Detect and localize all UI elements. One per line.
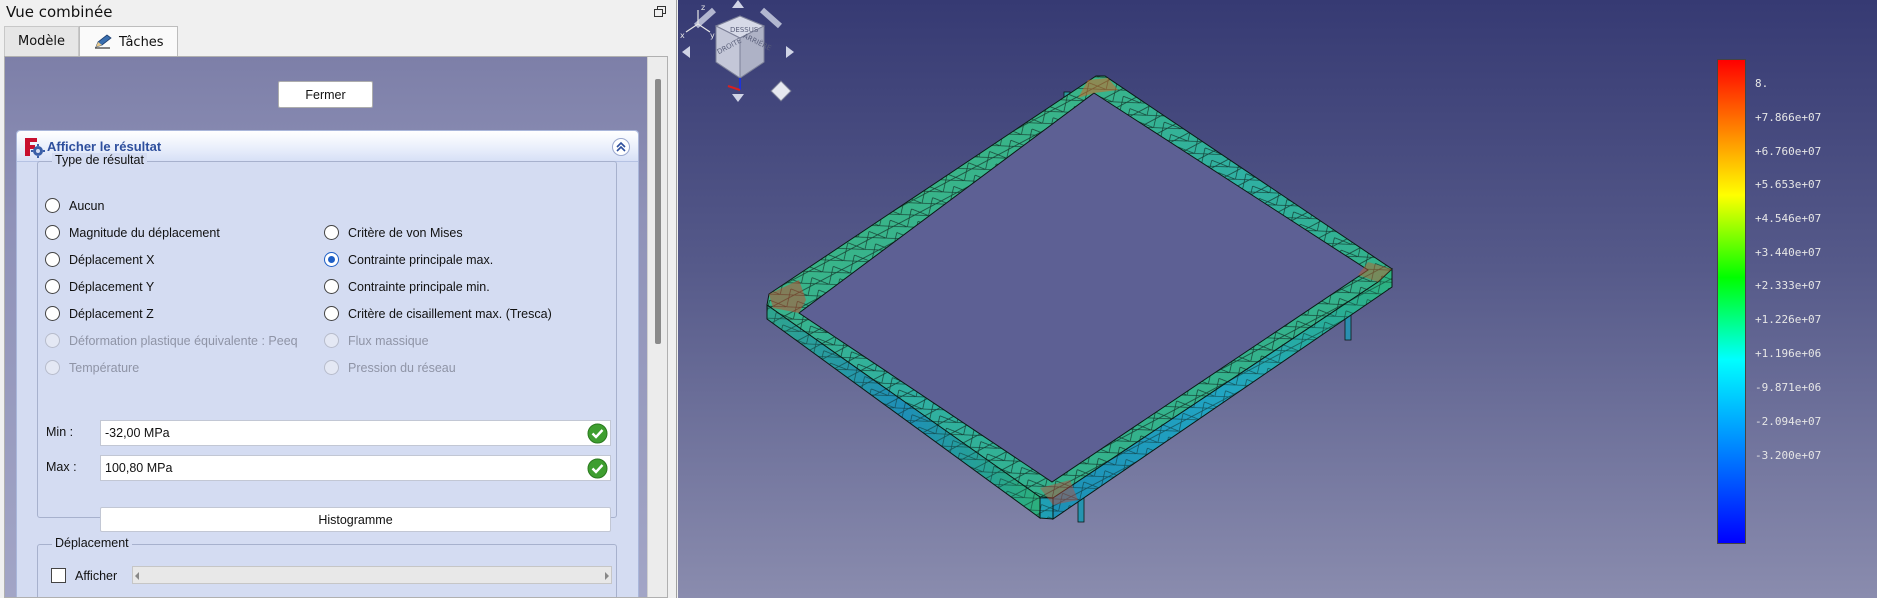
fem-result-icon — [25, 138, 45, 158]
radio-peeq: Déformation plastique équivalente : Peeq — [45, 333, 298, 348]
radio-displacement-y[interactable]: Déplacement Y — [45, 279, 154, 294]
radio-network-pressure: Pression du réseau — [324, 360, 456, 375]
radio-dot — [45, 333, 60, 348]
tab-tasks[interactable]: Tâches — [79, 26, 178, 57]
radio-label: Contrainte principale min. — [348, 279, 490, 294]
radio-min-principal-stress[interactable]: Contrainte principale min. — [324, 279, 490, 294]
radio-dot — [324, 306, 339, 321]
stress-colorbar — [1717, 59, 1746, 544]
combo-title: Vue combinée — [6, 3, 113, 21]
radio-dot — [324, 360, 339, 375]
result-type-group-title: Type de résultat — [52, 153, 147, 167]
tab-tasks-label: Tâches — [119, 34, 164, 50]
radio-mass-flow: Flux massique — [324, 333, 429, 348]
radio-dot — [45, 225, 60, 240]
colorbar-label: +1.226e+07 — [1755, 313, 1822, 326]
colorbar-label: +7.866e+07 — [1755, 111, 1822, 124]
valid-check-icon — [587, 423, 608, 444]
radio-temperature: Température — [45, 360, 139, 375]
radio-label: Contrainte principale max. — [348, 252, 494, 267]
histogram-button[interactable]: Histogramme — [100, 507, 611, 532]
axis-y-label: y — [710, 31, 715, 40]
axis-triad: x y z — [680, 3, 715, 40]
combo-view: Vue combinée Modèle Tâches Fermer Affich… — [0, 0, 677, 598]
radio-label: Déplacement Z — [69, 306, 154, 321]
radio-dot — [324, 279, 339, 294]
navcube-face-top: DESSUS — [730, 26, 759, 34]
checkbox-label: Afficher — [75, 568, 118, 583]
radio-dot — [45, 360, 60, 375]
collapse-icon[interactable] — [612, 138, 630, 156]
radio-displacement-z[interactable]: Déplacement Z — [45, 306, 154, 321]
radio-label: Pression du réseau — [348, 360, 456, 375]
max-label: Max : — [46, 460, 77, 474]
colorbar-label: +4.546e+07 — [1755, 212, 1822, 225]
result-box-title: Afficher le résultat — [47, 139, 162, 154]
colorbar-label: -9.871e+06 — [1755, 381, 1822, 394]
radio-label: Magnitude du déplacement — [69, 225, 220, 240]
axis-z-label: z — [701, 3, 705, 12]
task-panel-scrollbar[interactable] — [647, 57, 667, 597]
task-panel: Fermer Afficher le résultat Type de résu… — [4, 56, 668, 598]
min-input[interactable]: -32,00 MPa — [100, 420, 611, 446]
radio-displacement-magnitude[interactable]: Magnitude du déplacement — [45, 225, 220, 240]
radio-dot — [45, 279, 60, 294]
radio-none[interactable]: Aucun — [45, 198, 104, 213]
combo-tabs: Modèle Tâches — [4, 26, 178, 57]
radio-dot — [324, 252, 339, 267]
tab-model[interactable]: Modèle — [4, 26, 80, 56]
radio-label: Critère de von Mises — [348, 225, 463, 240]
radio-dot — [324, 333, 339, 348]
colorbar-label: +3.440e+07 — [1755, 246, 1822, 259]
scrollbar-thumb[interactable] — [655, 79, 661, 344]
frame-ring — [766, 75, 1393, 520]
tab-model-label: Modèle — [18, 34, 66, 49]
pencil-icon — [95, 34, 112, 49]
radio-displacement-x[interactable]: Déplacement X — [45, 252, 154, 267]
colorbar-label: -2.094e+07 — [1755, 415, 1822, 428]
radio-tresca[interactable]: Critère de cisaillement max. (Tresca) — [324, 306, 552, 321]
displacement-group-title: Déplacement — [52, 536, 132, 550]
colorbar-label: +5.653e+07 — [1755, 178, 1822, 191]
radio-label: Déplacement X — [69, 252, 155, 267]
max-value: 100,80 MPa — [105, 461, 173, 475]
colorbar-label: +1.196e+06 — [1755, 347, 1822, 360]
colorbar-label: +2.333e+07 — [1755, 279, 1822, 292]
radio-label: Température — [69, 360, 140, 375]
radio-label: Aucun — [69, 198, 105, 213]
radio-label: Critère de cisaillement max. (Tresca) — [348, 306, 552, 321]
checkbox-box — [51, 568, 66, 583]
float-window-icon[interactable] — [654, 5, 668, 19]
result-display-box: Afficher le résultat Type de résultat Au… — [16, 130, 639, 597]
colorbar-label: 8. — [1755, 77, 1769, 90]
displacement-slider[interactable] — [132, 566, 612, 584]
axis-x-label: x — [680, 31, 685, 40]
valid-check-icon — [587, 458, 608, 479]
radio-label: Déplacement Y — [69, 279, 155, 294]
fem-mesh-view — [766, 75, 1393, 523]
radio-max-principal-stress[interactable]: Contrainte principale max. — [324, 252, 493, 267]
colorbar-label: +6.760e+07 — [1755, 145, 1822, 158]
combo-titlebar: Vue combinée — [0, 0, 676, 24]
show-displacement-checkbox[interactable]: Afficher — [51, 568, 117, 583]
radio-dot — [45, 306, 60, 321]
colorbar-label: -3.200e+07 — [1755, 449, 1822, 462]
3d-viewport[interactable]: DROITE ARRIÈRE DESSUS 8. +7.866e+07 +6.7… — [678, 0, 1877, 598]
radio-label: Déformation plastique équivalente : Peeq — [69, 333, 298, 348]
radio-dot — [45, 198, 60, 213]
radio-dot — [45, 252, 60, 267]
radio-label: Flux massique — [348, 333, 429, 348]
min-label: Min : — [46, 425, 74, 439]
close-button[interactable]: Fermer — [278, 81, 373, 108]
max-input[interactable]: 100,80 MPa — [100, 455, 611, 481]
radio-dot — [324, 225, 339, 240]
min-value: -32,00 MPa — [105, 426, 170, 440]
radio-von-mises[interactable]: Critère de von Mises — [324, 225, 463, 240]
